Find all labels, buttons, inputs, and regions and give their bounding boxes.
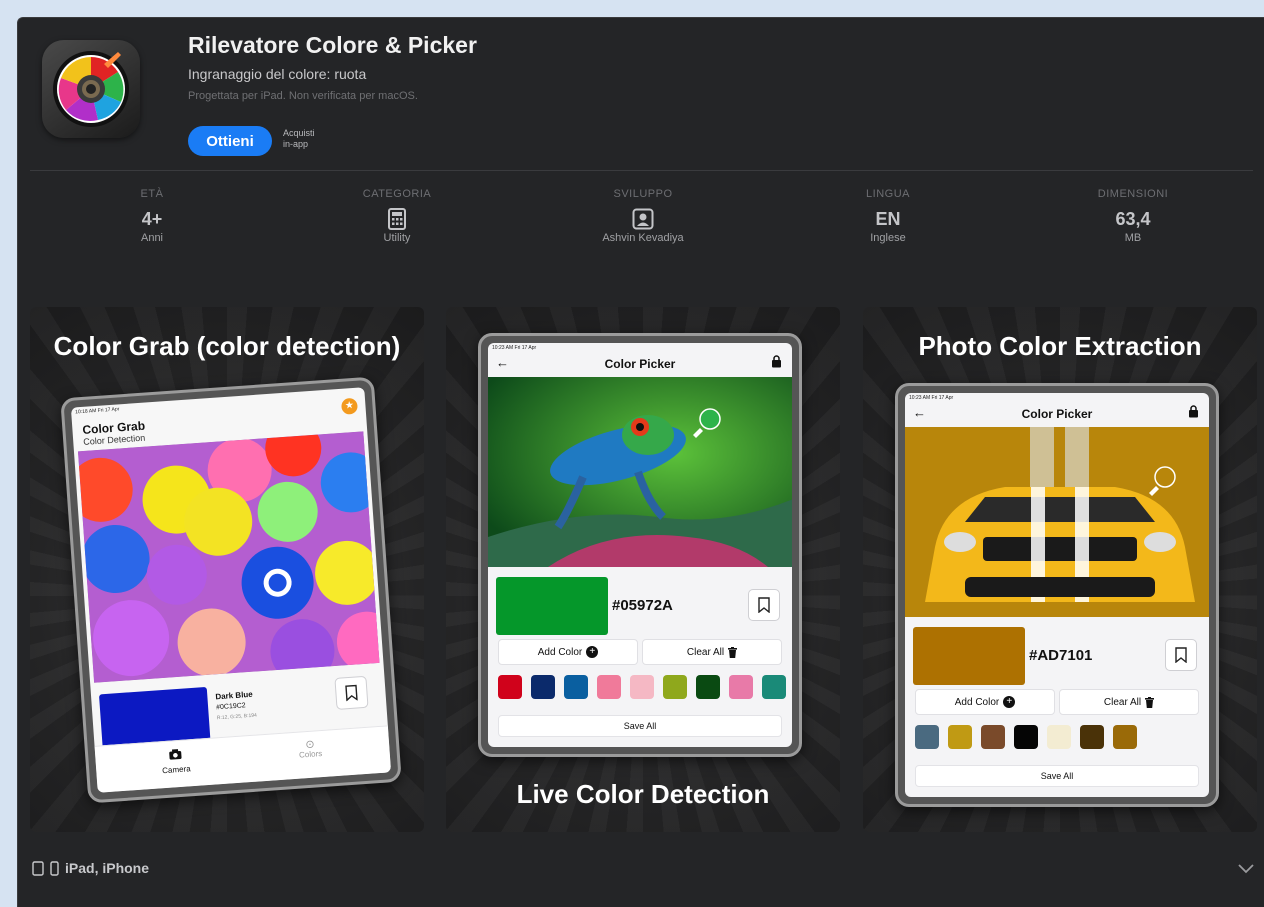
saved-color-swatch[interactable] (1014, 725, 1038, 749)
ipad-icon (32, 860, 44, 876)
app-store-window: Rilevatore Colore & Picker Ingranaggio d… (17, 17, 1264, 907)
tab-colors[interactable]: ⊙ Colors (280, 736, 341, 761)
trash-icon (1145, 696, 1155, 708)
nav-title: Color Picker (604, 357, 676, 371)
screenshot-2[interactable]: 10:23 AM Fri 17 Apr ← Color Picker #0597… (446, 307, 840, 832)
picked-color-swatch (913, 627, 1025, 685)
chevron-down-icon[interactable] (1237, 861, 1255, 879)
tablet-frame: 10:23 AM Fri 17 Apr ← Color Picker (478, 333, 802, 757)
plus-circle-icon: + (586, 646, 599, 658)
device-compatibility[interactable]: iPad, iPhone (32, 860, 149, 876)
tab-camera[interactable]: Camera (145, 745, 207, 776)
clear-all-button[interactable]: Clear All (1059, 689, 1199, 715)
app-icon (42, 40, 140, 138)
add-color-button[interactable]: Add Color + (498, 639, 638, 665)
saved-color-swatch[interactable] (981, 725, 1005, 749)
saved-color-swatch[interactable] (531, 675, 555, 699)
bookmark-icon (758, 597, 770, 613)
saved-color-swatch[interactable] (597, 675, 621, 699)
screenshot-1[interactable]: Color Grab (color detection) 10:18 AM Fr… (30, 307, 424, 832)
info-age: ETÀ 4+ Anni (140, 188, 164, 244)
calculator-icon (297, 206, 497, 232)
nav-title: Color Picker (1021, 407, 1093, 421)
info-language: LINGUA EN Inglese (866, 188, 910, 244)
trash-icon (728, 646, 738, 658)
compatibility-note: Progettata per iPad. Non verificata per … (188, 90, 418, 102)
tablet-frame: 10:18 AM Fri 17 Apr Color Grab Color Det… (60, 376, 402, 804)
photo-preview[interactable] (905, 427, 1209, 617)
photo-preview[interactable] (488, 377, 792, 567)
picked-color-swatch (496, 577, 608, 635)
plus-circle-icon: + (1003, 696, 1016, 708)
in-app-purchases-note: Acquisti in-app (283, 128, 315, 149)
iphone-icon (50, 860, 59, 876)
screenshot-title: Color Grab (color detection) (53, 331, 401, 361)
saved-color-swatch[interactable] (663, 675, 687, 699)
picked-color-hex: #05972A (612, 597, 673, 614)
saved-color-swatch[interactable] (1047, 725, 1071, 749)
saved-color-swatch[interactable] (630, 675, 654, 699)
screenshot-caption: Live Color Detection (516, 779, 770, 809)
info-category: CATEGORIA Utility (297, 188, 497, 244)
bookmark-icon (345, 684, 358, 702)
add-color-button[interactable]: Add Color + (915, 689, 1055, 715)
get-button[interactable]: Ottieni (188, 126, 272, 156)
app-subtitle: Ingranaggio del colore: ruota (188, 66, 367, 82)
info-developer[interactable]: SVILUPPO Ashvin Kevadiya (543, 188, 743, 244)
color-rgb: R:12, G:25, B:194 (216, 712, 258, 722)
devices-label: iPad, iPhone (65, 860, 150, 876)
lock-icon[interactable] (771, 355, 782, 371)
saved-color-swatch[interactable] (729, 675, 753, 699)
person-icon (543, 206, 743, 232)
color-name: Dark Blue (215, 689, 253, 702)
saved-color-swatch[interactable] (948, 725, 972, 749)
saved-color-swatch[interactable] (762, 675, 786, 699)
bookmark-button[interactable] (1165, 639, 1197, 671)
bookmark-button[interactable] (334, 675, 369, 710)
tablet-frame: 10:23 AM Fri 17 Apr ← Color Picker (895, 383, 1219, 807)
camera-preview[interactable] (77, 431, 380, 683)
lock-icon[interactable] (1188, 405, 1199, 421)
divider (30, 170, 1253, 171)
bookmark-icon (1175, 647, 1187, 663)
camera-icon (169, 749, 182, 760)
picked-color-hex: #AD7101 (1029, 647, 1093, 664)
saved-color-swatch[interactable] (696, 675, 720, 699)
color-hex: #0C19C2 (215, 702, 246, 712)
save-all-button[interactable]: Save All (498, 715, 782, 737)
clear-all-button[interactable]: Clear All (642, 639, 782, 665)
saved-color-swatch[interactable] (498, 675, 522, 699)
bookmark-button[interactable] (748, 589, 780, 621)
save-all-button[interactable]: Save All (915, 765, 1199, 787)
screenshot-title: Photo Color Extraction (918, 331, 1202, 361)
saved-color-swatch[interactable] (564, 675, 588, 699)
screenshot-3[interactable]: Photo Color Extraction 10:23 AM Fri 17 A… (863, 307, 1257, 832)
saved-color-swatch[interactable] (1113, 725, 1137, 749)
app-title: Rilevatore Colore & Picker (188, 32, 477, 58)
star-icon[interactable]: ★ (340, 397, 359, 415)
saved-color-swatch[interactable] (1080, 725, 1104, 749)
saved-color-swatch[interactable] (915, 725, 939, 749)
info-size: DIMENSIONI 63,4 MB (1097, 188, 1169, 244)
